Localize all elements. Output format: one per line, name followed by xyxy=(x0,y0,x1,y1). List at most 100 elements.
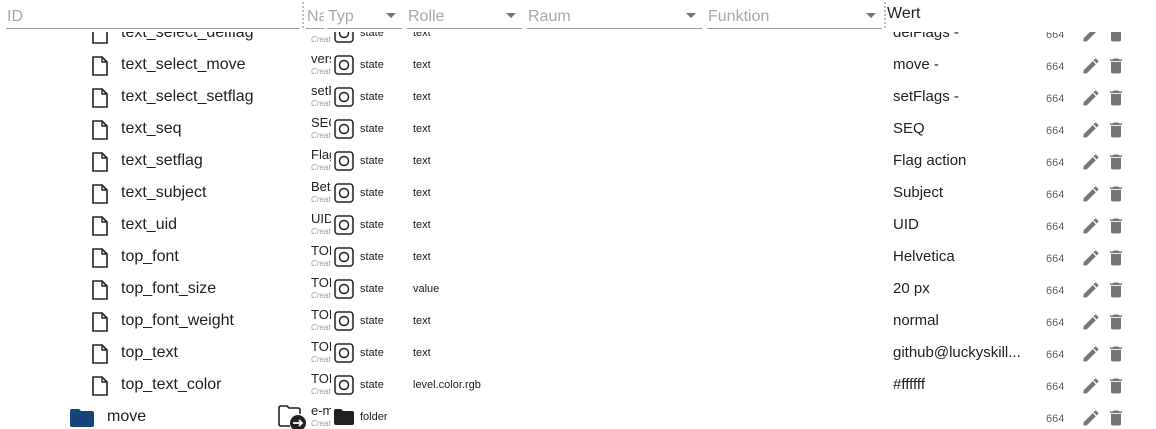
object-acl: 664 xyxy=(1046,381,1065,393)
edit-icon[interactable] xyxy=(1081,152,1101,172)
edit-icon[interactable] xyxy=(1081,88,1101,108)
tree-row[interactable]: text_setflag FlagCreated state text Flag act… xyxy=(0,145,1156,177)
object-value[interactable]: UID xyxy=(893,216,1033,233)
table-header: ID Name Typ Rolle Raum Funktion Wert xyxy=(0,0,1156,32)
object-value[interactable]: Subject xyxy=(893,184,1033,201)
object-name: SEQ xyxy=(311,115,331,130)
delete-icon[interactable] xyxy=(1106,88,1126,108)
object-id: text_seq xyxy=(121,120,182,137)
object-acl: 664 xyxy=(1046,349,1065,361)
state-type-icon xyxy=(334,311,354,331)
value-column-header: Wert xyxy=(887,5,921,22)
delete-icon[interactable] xyxy=(1106,152,1126,172)
edit-icon[interactable] xyxy=(1081,184,1101,204)
object-id: top_font_size xyxy=(121,280,217,297)
delete-icon[interactable] xyxy=(1106,248,1126,268)
object-created-label: Created xyxy=(311,99,331,108)
object-value[interactable]: Flag action xyxy=(893,152,1033,169)
object-created-label: Created xyxy=(311,131,331,140)
object-id: top_text_color xyxy=(121,376,222,393)
delete-icon[interactable] xyxy=(1106,376,1126,396)
tree-row[interactable]: top_text TOPCreated state text github@luckys… xyxy=(0,337,1156,369)
tree-row[interactable]: top_text_color TOPCreated state level.color… xyxy=(0,369,1156,401)
state-type-icon xyxy=(334,55,354,75)
object-id: text_subject xyxy=(121,184,207,201)
tree-row[interactable]: text_select_move verschiebenCreated state t… xyxy=(0,49,1156,81)
edit-icon[interactable] xyxy=(1081,248,1101,268)
object-id: text_uid xyxy=(121,216,178,233)
object-name-cell: TOPCreated xyxy=(311,371,331,401)
object-type: folder xyxy=(360,411,388,423)
tree-folder-row[interactable]: move e-mailCreated folder 664 xyxy=(0,401,1156,429)
object-created-label: Created xyxy=(311,195,331,204)
object-role: text xyxy=(413,347,431,359)
object-type: state xyxy=(360,283,384,295)
object-type: state xyxy=(360,187,384,199)
column-resizer[interactable] xyxy=(302,2,304,28)
state-type-icon xyxy=(334,375,354,395)
tree-row[interactable]: text_uidUIDCreatedstatetextUID664 xyxy=(0,209,1156,241)
edit-icon[interactable] xyxy=(1081,120,1101,140)
delete-icon[interactable] xyxy=(1106,408,1126,428)
tree-row[interactable]: text_select_setflag setFlagCreated state te… xyxy=(0,81,1156,113)
object-value[interactable]: Helvetica xyxy=(893,248,1033,265)
object-tree: text_select_delflagdelFlagCreatedstatete… xyxy=(0,0,1156,429)
edit-icon[interactable] xyxy=(1081,376,1101,396)
object-value[interactable]: normal xyxy=(893,312,1033,329)
object-role: text xyxy=(413,187,431,199)
id-filter-placeholder: ID xyxy=(7,8,23,25)
object-acl: 664 xyxy=(1046,157,1065,169)
edit-icon[interactable] xyxy=(1081,312,1101,332)
delete-icon[interactable] xyxy=(1106,120,1126,140)
object-acl: 664 xyxy=(1046,125,1065,137)
object-name: TOP xyxy=(311,243,331,258)
delete-icon[interactable] xyxy=(1106,344,1126,364)
object-acl: 664 xyxy=(1046,61,1065,73)
edit-icon[interactable] xyxy=(1081,56,1101,76)
object-type: state xyxy=(360,219,384,231)
room-filter-placeholder: Raum xyxy=(528,8,571,25)
file-icon xyxy=(92,312,108,332)
tree-row[interactable]: top_font TOPCreated state text Helvetica 664 xyxy=(0,241,1156,273)
function-filter-select[interactable]: Funktion xyxy=(707,4,882,29)
object-value[interactable]: setFlags - xyxy=(893,88,1033,105)
tree-row[interactable]: top_font_weight TOPCreated state text normal… xyxy=(0,305,1156,337)
edit-icon[interactable] xyxy=(1081,216,1101,236)
edit-icon[interactable] xyxy=(1081,280,1101,300)
delete-icon[interactable] xyxy=(1106,312,1126,332)
column-resizer[interactable] xyxy=(884,2,886,28)
object-name-cell: BetreffCreated xyxy=(311,179,331,209)
object-value[interactable]: github@luckyskill... xyxy=(893,344,1033,361)
id-filter-input[interactable]: ID xyxy=(6,4,300,29)
room-filter-select[interactable]: Raum xyxy=(527,4,702,29)
object-name-cell: SEQCreated xyxy=(311,115,331,145)
role-filter-select[interactable]: Rolle xyxy=(407,4,522,29)
delete-icon[interactable] xyxy=(1106,216,1126,236)
object-id: move xyxy=(107,408,147,425)
file-icon xyxy=(92,376,108,396)
object-role: text xyxy=(413,315,431,327)
object-type: state xyxy=(360,155,384,167)
object-value[interactable]: #ffffff xyxy=(893,376,1033,393)
tree-row[interactable]: text_subject BetreffCreated state text Subje… xyxy=(0,177,1156,209)
object-name-cell: UIDCreated xyxy=(311,211,331,241)
object-value[interactable]: 20 px xyxy=(893,280,1033,297)
delete-icon[interactable] xyxy=(1106,184,1126,204)
object-name: TOP xyxy=(311,275,331,290)
state-type-icon xyxy=(334,279,354,299)
name-filter-input[interactable]: Name xyxy=(306,4,324,29)
object-created-label: Created xyxy=(311,291,331,300)
object-value[interactable]: move - xyxy=(893,56,1033,73)
tree-row[interactable]: top_font_size TOPCreated state value 20 px 66… xyxy=(0,273,1156,305)
type-filter-select[interactable]: Typ xyxy=(327,4,402,29)
delete-icon[interactable] xyxy=(1106,56,1126,76)
object-name-cell: e-mailCreated xyxy=(311,403,331,429)
object-name: Flag xyxy=(311,147,331,162)
edit-icon[interactable] xyxy=(1081,408,1101,428)
edit-icon[interactable] xyxy=(1081,344,1101,364)
object-value[interactable]: SEQ xyxy=(893,120,1033,137)
object-role: text xyxy=(413,59,431,71)
delete-icon[interactable] xyxy=(1106,280,1126,300)
tree-row[interactable]: text_seqSEQCreatedstatetextSEQ664 xyxy=(0,113,1156,145)
open-folder-icon[interactable] xyxy=(278,404,308,429)
